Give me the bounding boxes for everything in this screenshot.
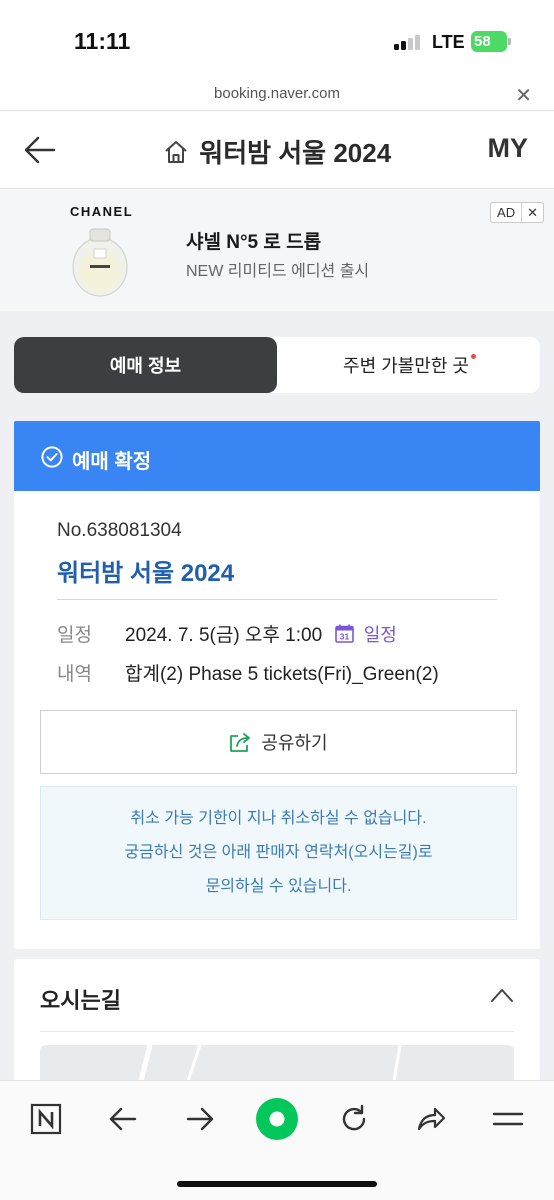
refresh-icon (342, 1104, 366, 1131)
cancellation-notice: 취소 가능 기한이 지나 취소하실 수 없습니다. 궁금하신 것은 아래 판매자… (40, 786, 517, 920)
battery-tip (508, 38, 511, 45)
calendar-day: 31 (340, 632, 350, 642)
chevron-up-icon[interactable] (490, 987, 514, 1003)
share-arrow-icon (417, 1107, 446, 1131)
tab-label: 주변 가볼만한 곳 (343, 356, 469, 376)
back-arrow-icon (109, 1107, 137, 1131)
page-title: 워터밤 서울 2024 (199, 138, 392, 168)
ad-subtext: NEW 리미티드 에디션 출시 (186, 263, 370, 280)
status-bar: 11:11 LTE 58 (0, 0, 554, 78)
new-indicator-dot (470, 353, 476, 359)
ad-badge: AD ✕ (490, 202, 544, 223)
menu-icon (492, 1112, 524, 1126)
check-circle-icon (41, 446, 63, 468)
tab-booking-info[interactable]: 예매 정보 (14, 337, 277, 393)
ad-label: AD (491, 203, 523, 222)
share-page-button[interactable] (411, 1099, 451, 1139)
naver-n-icon (30, 1103, 62, 1135)
app-header: 워터밤 서울 2024 MY (0, 111, 554, 189)
divider (40, 1031, 514, 1032)
ad-headline: 샤넬 N°5 로 드롭 (186, 232, 322, 253)
naver-home-button[interactable] (254, 1096, 300, 1142)
details-value: 합계(2) Phase 5 tickets(Fri)_Green(2) (125, 664, 439, 685)
network-label: LTE (432, 32, 465, 52)
battery-level: 58 (474, 33, 491, 50)
forward-nav-button[interactable] (180, 1099, 220, 1139)
signal-icon (394, 34, 424, 50)
schedule-value: 2024. 7. 5(금) 오후 1:00 (125, 625, 323, 646)
tab-nearby-places[interactable]: 주변 가볼만한 곳 (277, 337, 540, 393)
directions-title: 오시는길 (40, 988, 121, 1013)
share-button[interactable]: 공유하기 (40, 710, 517, 774)
calendar-icon[interactable]: 31 (335, 624, 355, 643)
home-icon[interactable] (163, 139, 189, 165)
booking-number: No.638081304 (57, 520, 182, 541)
divider (57, 599, 497, 600)
share-label: 공유하기 (261, 733, 328, 753)
url-text[interactable]: booking.naver.com (0, 85, 554, 102)
back-nav-button[interactable] (103, 1099, 143, 1139)
close-icon[interactable]: ✕ (515, 83, 532, 108)
menu-button[interactable] (488, 1099, 528, 1139)
green-home-circle-icon (256, 1098, 298, 1140)
notice-line: 궁금하신 것은 아래 판매자 연락처(오시는길)로 (124, 844, 433, 861)
add-to-calendar-link[interactable]: 일정 (364, 625, 397, 645)
directions-card: 오시는길 (14, 959, 540, 1105)
booking-status-bar: 예매 확정 (14, 421, 540, 491)
segmented-tabs: 예매 정보 주변 가볼만한 곳 (14, 337, 540, 393)
url-bar: booking.naver.com ✕ (0, 78, 554, 111)
share-icon (230, 733, 251, 752)
home-indicator[interactable] (177, 1181, 377, 1187)
my-button[interactable]: MY (488, 133, 529, 164)
ad-close-icon[interactable]: ✕ (522, 203, 543, 222)
notice-line: 문의하실 수 있습니다. (205, 878, 352, 895)
ad-banner[interactable]: CHANEL 샤넬 N°5 로 드롭 NEW 리미티드 에디션 출시 AD ✕ (0, 189, 554, 311)
forward-arrow-icon (186, 1107, 214, 1131)
status-time: 11:11 (74, 28, 131, 54)
details-label: 내역 (57, 664, 92, 685)
schedule-row: 2024. 7. 5(금) 오후 1:00 31 일정 (125, 620, 397, 647)
tab-label: 예매 정보 (109, 356, 182, 376)
perfume-bottle-image (72, 228, 128, 297)
naver-n-button[interactable] (26, 1099, 66, 1139)
booking-status-label: 예매 확정 (72, 451, 152, 473)
battery-icon: 58 (471, 31, 507, 52)
refresh-button[interactable] (334, 1099, 374, 1139)
schedule-label: 일정 (57, 625, 92, 646)
event-name[interactable]: 워터밤 서울 2024 (57, 553, 234, 588)
notice-line: 취소 가능 기한이 지나 취소하실 수 없습니다. (130, 810, 427, 827)
ad-brand-logo: CHANEL (70, 204, 134, 219)
booking-card: No.638081304 워터밤 서울 2024 일정 2024. 7. 5(금… (14, 491, 540, 949)
